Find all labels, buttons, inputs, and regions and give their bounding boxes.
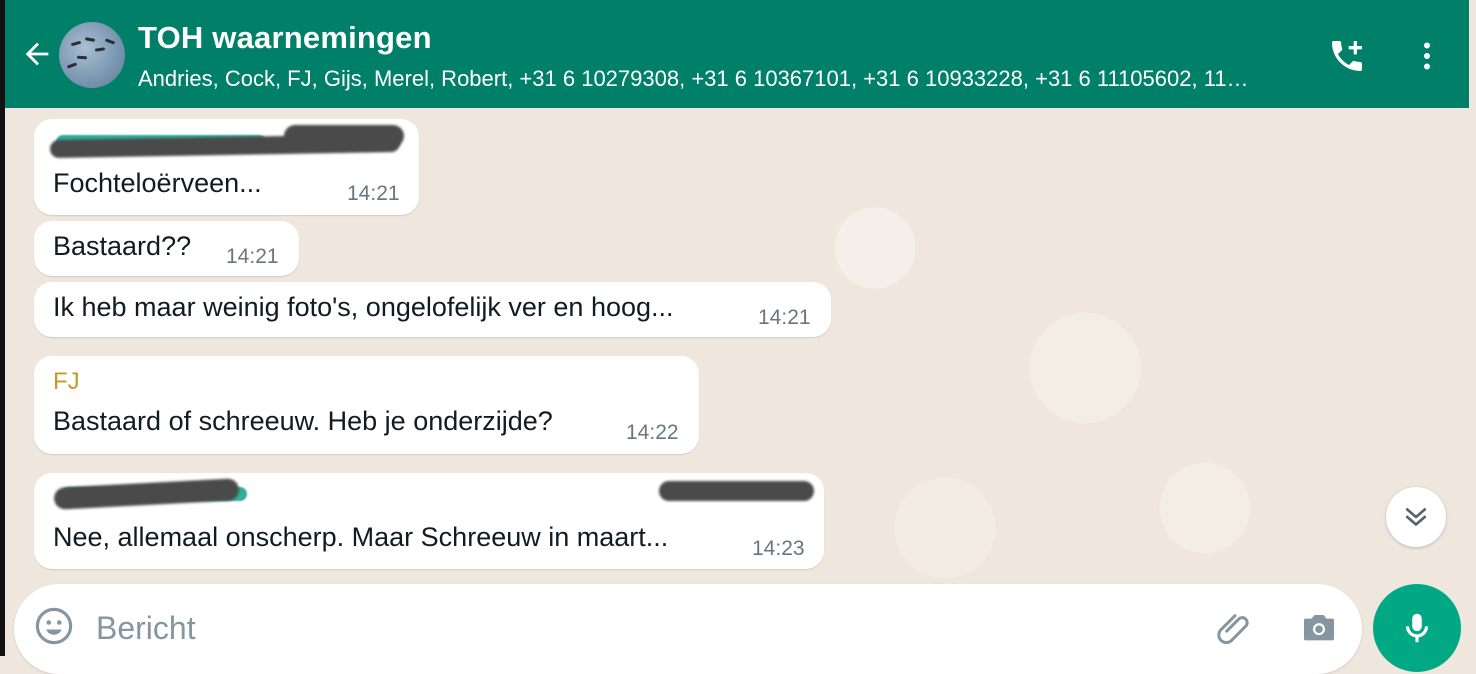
add-call-icon (1332, 41, 1362, 71)
message-list[interactable]: Fochteloërveen... 14:21 Bastaard?? 14:21… (5, 108, 1469, 656)
redaction-mark (284, 125, 404, 147)
message-bubble[interactable]: Ik heb maar weinig foto's, ongelofelijk … (34, 282, 831, 337)
message-text: Ik heb maar weinig foto's, ongelofelijk … (53, 292, 674, 322)
emoji-icon (35, 607, 73, 645)
message-time: 14:21 (347, 182, 400, 205)
more-vertical-icon (1424, 42, 1430, 70)
camera-icon (1304, 615, 1334, 641)
microphone-icon (1405, 613, 1429, 643)
message-composer (14, 584, 1362, 674)
emoji-button[interactable] (32, 604, 76, 648)
redaction-mark (53, 478, 240, 510)
screen-edge (0, 0, 5, 656)
chat-members[interactable]: Andries, Cock, FJ, Gijs, Merel, Robert, … (138, 66, 1308, 92)
attach-button[interactable] (1212, 604, 1258, 650)
message-text: Bastaard?? (53, 231, 192, 261)
message-time: 14:21 (758, 306, 811, 329)
chat-header: TOH waarnemingen Andries, Cock, FJ, Gijs… (5, 0, 1469, 108)
message-time: 14:23 (752, 537, 805, 560)
arrow-left-icon (25, 42, 49, 66)
add-call-button[interactable] (1325, 34, 1369, 78)
redaction-mark (659, 481, 814, 501)
camera-button[interactable] (1296, 604, 1342, 650)
message-bubble[interactable]: Bastaard?? 14:21 (34, 221, 299, 276)
message-input[interactable] (94, 602, 1198, 654)
paperclip-icon (1217, 614, 1249, 645)
message-text: Fochteloërveen... (53, 168, 262, 198)
group-avatar[interactable] (59, 22, 125, 88)
message-time: 14:22 (626, 421, 679, 444)
scroll-to-bottom-button[interactable] (1386, 487, 1446, 547)
message-time: 14:21 (226, 245, 279, 268)
chat-title[interactable]: TOH waarnemingen (138, 20, 432, 56)
back-button[interactable] (15, 32, 59, 76)
message-text: Nee, allemaal onscherp. Maar Schreeuw in… (53, 522, 669, 552)
message-bubble[interactable]: Nee, allemaal onscherp. Maar Schreeuw in… (34, 473, 824, 569)
message-bubble[interactable]: FJ Bastaard of schreeuw. Heb je onderzij… (34, 356, 699, 454)
message-text: Bastaard of schreeuw. Heb je onderzijde? (53, 406, 553, 436)
voice-message-button[interactable] (1373, 584, 1461, 672)
message-sender[interactable]: FJ (53, 368, 80, 396)
message-bubble[interactable]: Fochteloërveen... 14:21 (34, 119, 419, 215)
chevron-double-down-icon (1405, 508, 1427, 526)
menu-button[interactable] (1405, 34, 1449, 78)
